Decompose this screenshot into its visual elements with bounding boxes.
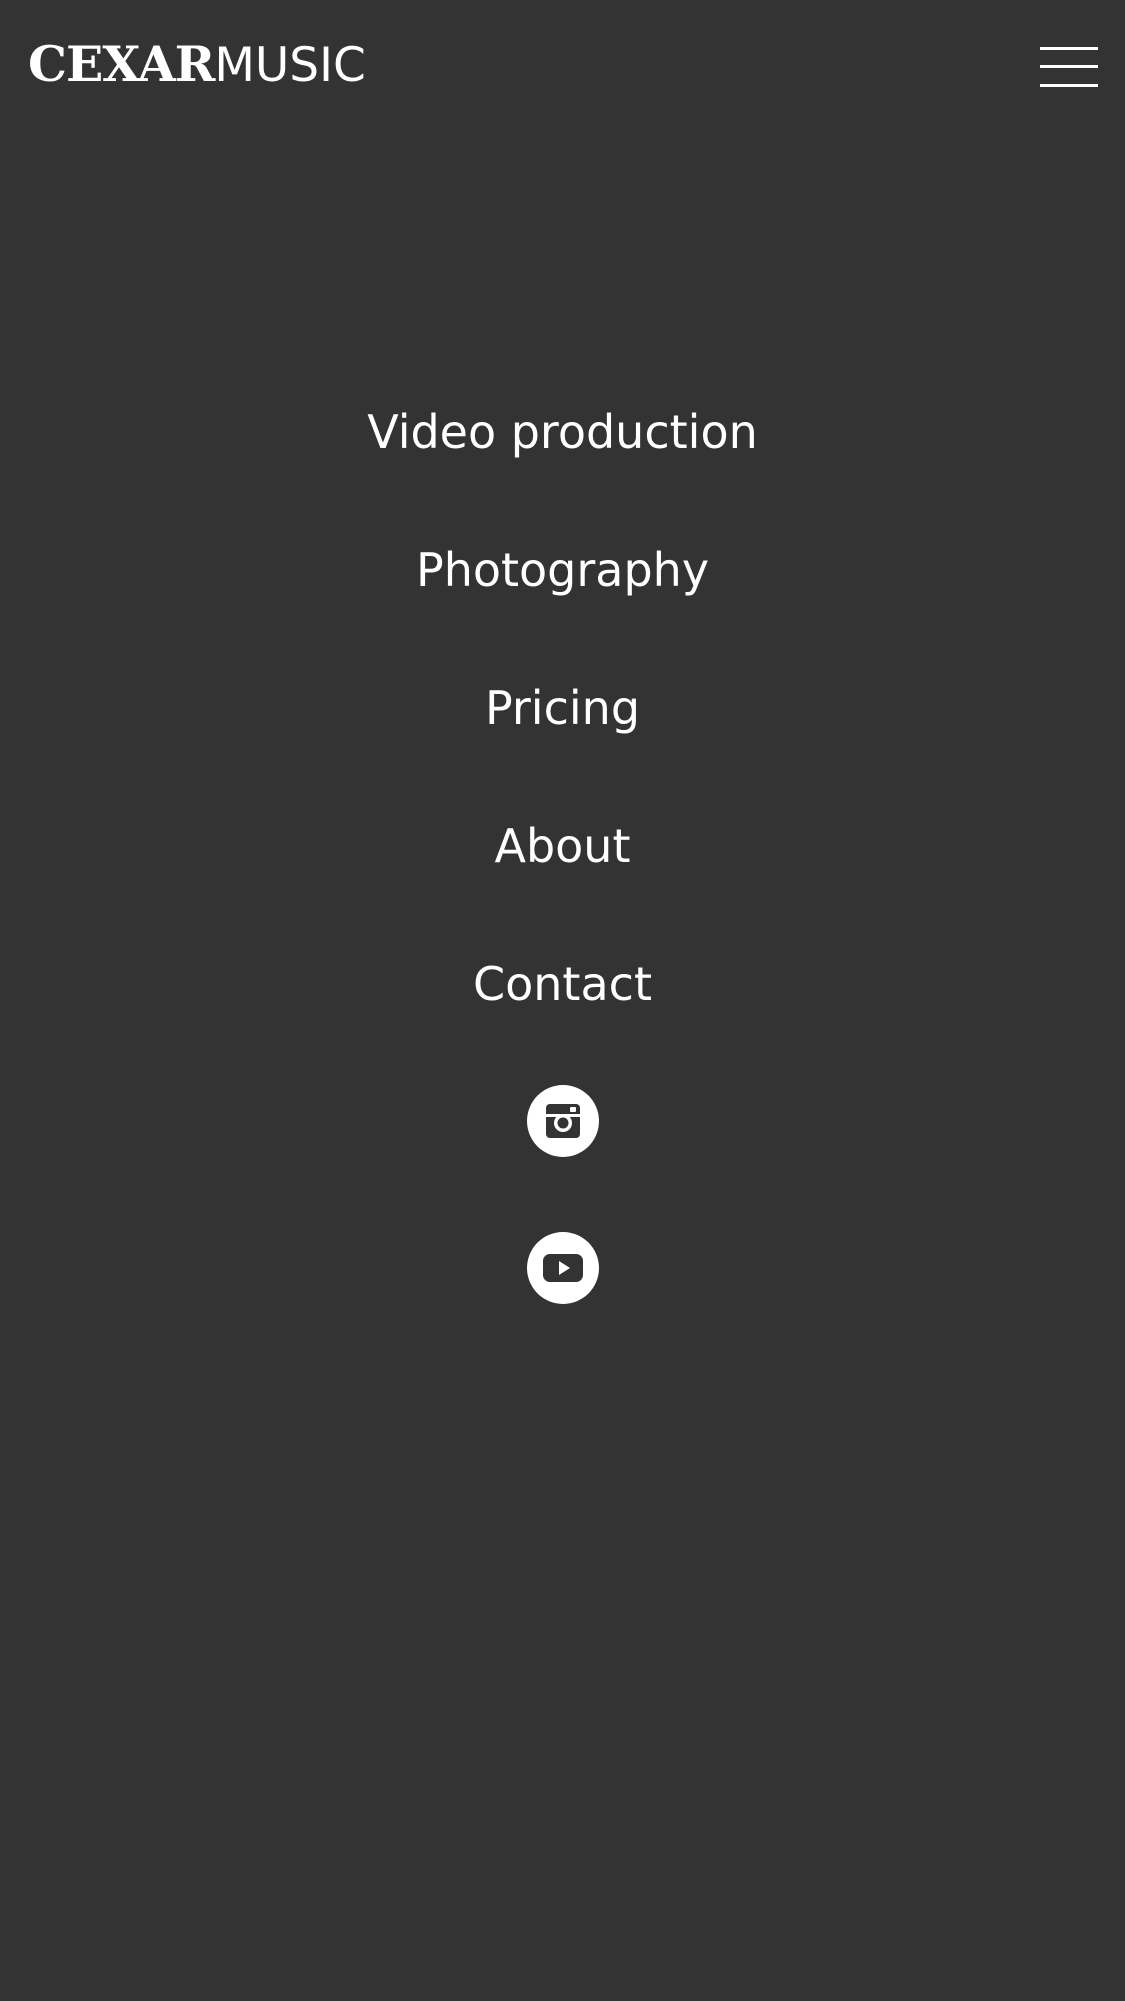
nav-item-contact[interactable]: Contact (0, 944, 1125, 1082)
youtube-glyph (543, 1254, 583, 1282)
site-logo[interactable]: CEXAR MUSIC (28, 40, 366, 100)
logo-text-strong: CEXAR (28, 35, 215, 93)
menu-bar-bottom (1040, 84, 1098, 87)
menu-bar-middle (1040, 65, 1098, 68)
menu-bar-top (1040, 47, 1098, 50)
youtube-icon[interactable] (527, 1232, 599, 1304)
instagram-icon[interactable] (527, 1085, 599, 1157)
nav-item-about[interactable]: About (0, 806, 1125, 944)
nav-item-photography[interactable]: Photography (0, 530, 1125, 668)
hamburger-menu-icon[interactable] (1036, 44, 1102, 90)
instagram-glyph (546, 1104, 580, 1138)
nav-item-pricing[interactable]: Pricing (0, 668, 1125, 806)
main-navigation: Video production Photography Pricing Abo… (0, 392, 1125, 1082)
logo-text-light: MUSIC (214, 38, 366, 93)
site-header: CEXAR MUSIC (0, 0, 1125, 140)
nav-item-video-production[interactable]: Video production (0, 392, 1125, 530)
